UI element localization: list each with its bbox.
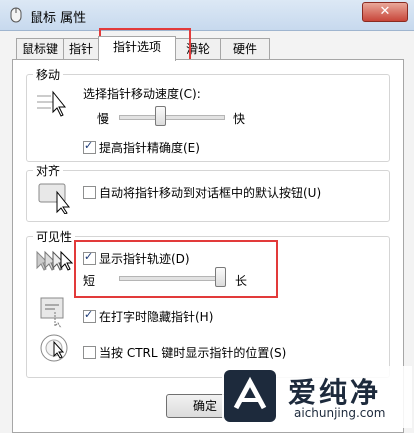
speed-slow-label: 慢 xyxy=(97,112,110,126)
mouse-icon xyxy=(10,7,22,23)
watermark-name: 爱纯净 xyxy=(288,376,382,409)
watermark: 爱纯净 aichunjing.com xyxy=(222,366,412,428)
ctrl-location-label: 当按 CTRL 键时显示指针的位置(S) xyxy=(99,346,287,360)
tab-pointers[interactable]: 指针 xyxy=(63,38,99,59)
snap-label: 自动将指针移动到对话框中的默认按钮(U) xyxy=(99,186,322,200)
window-title: 鼠标 属性 xyxy=(30,11,87,26)
speed-label: 选择指针移动速度(C): xyxy=(83,87,201,101)
tab-buttons[interactable]: 鼠标键 xyxy=(16,38,64,59)
tab-hardware[interactable]: 硬件 xyxy=(220,38,270,59)
hide-typing-label: 在打字时隐藏指针(H) xyxy=(99,310,214,324)
ctrl-location-checkbox[interactable] xyxy=(83,346,96,359)
pointer-trails-icon xyxy=(36,250,73,271)
show-location-icon xyxy=(40,334,68,362)
speed-slider-thumb[interactable] xyxy=(155,106,166,126)
tab-strip: 鼠标键 指针 指针选项 滑轮 硬件 xyxy=(0,36,414,61)
highlight-box-trails xyxy=(74,240,278,298)
tab-pointer-options[interactable]: 指针选项 xyxy=(98,36,176,61)
close-button[interactable]: ✕ xyxy=(362,2,408,22)
snap-to-icon xyxy=(38,183,71,214)
visibility-group-label: 可见性 xyxy=(33,228,76,245)
hide-pointer-icon xyxy=(40,297,64,328)
motion-group-label: 移动 xyxy=(33,66,64,83)
watermark-logo-icon xyxy=(224,370,276,422)
speed-slider-track[interactable] xyxy=(119,115,225,120)
snap-group-label: 对齐 xyxy=(33,162,64,179)
speed-fast-label: 快 xyxy=(233,112,246,126)
precision-checkbox[interactable] xyxy=(83,139,96,154)
title-bar: 鼠标 属性 ✕ xyxy=(0,0,414,31)
snap-checkbox[interactable] xyxy=(83,186,96,199)
precision-label: 提高指针精确度(E) xyxy=(99,141,200,155)
watermark-url: aichunjing.com xyxy=(294,406,386,420)
pointer-speed-icon xyxy=(37,90,67,117)
hide-typing-checkbox[interactable] xyxy=(83,308,96,323)
